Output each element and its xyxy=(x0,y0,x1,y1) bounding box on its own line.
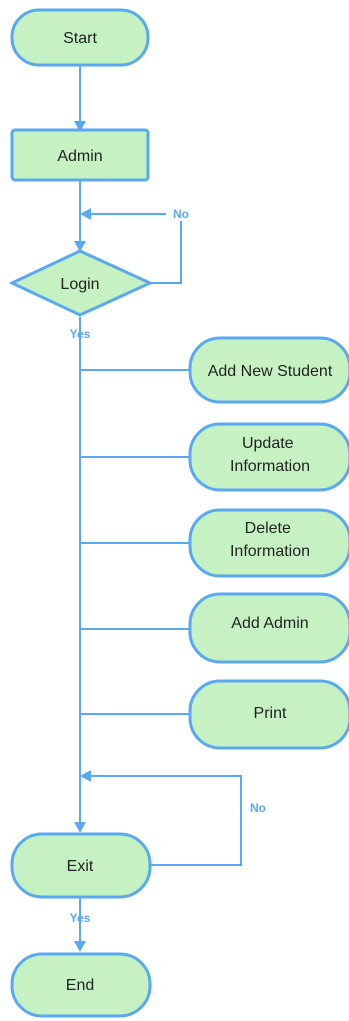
flowchart: No Yes No Yes Start Admin Login Add New … xyxy=(8,8,349,1018)
edge-label-login-yes: Yes xyxy=(70,327,91,341)
node-add-new-student-label: Add New Student xyxy=(208,363,333,380)
node-admin-label: Admin xyxy=(57,148,102,165)
edge-label-exit-no: No xyxy=(250,801,266,815)
node-update-information-line-1: Update xyxy=(242,435,294,452)
arrow-login-no-loop xyxy=(80,208,91,220)
node-print-label: Print xyxy=(254,705,287,722)
node-delete-information-line-2: Information xyxy=(230,543,310,560)
node-login-label: Login xyxy=(60,276,99,293)
node-update-information-line-2: Information xyxy=(230,458,310,475)
node-exit: Exit xyxy=(10,832,152,899)
node-start-label: Start xyxy=(63,30,97,47)
edges xyxy=(74,65,242,952)
node-delete-information-line-1: Delete xyxy=(245,520,291,537)
edge-label-login-no: No xyxy=(173,207,189,221)
node-print: Print xyxy=(188,679,349,750)
node-update-information: Update Information xyxy=(188,422,349,492)
node-exit-label: Exit xyxy=(67,858,94,875)
arrow-exit-end xyxy=(74,941,86,952)
node-end: End xyxy=(10,952,152,1018)
arrow-exit-no-loop xyxy=(80,770,91,782)
node-end-label: End xyxy=(66,977,94,994)
node-login: Login xyxy=(8,249,154,317)
node-add-new-student: Add New Student xyxy=(188,336,349,404)
node-delete-information: Delete Information xyxy=(188,508,349,578)
node-update-information-shape xyxy=(188,422,349,492)
node-add-admin: Add Admin xyxy=(188,592,349,664)
node-start: Start xyxy=(10,8,150,67)
arrow-trunk-exit xyxy=(74,822,86,833)
edge-label-exit-yes: Yes xyxy=(70,911,91,925)
node-add-admin-label: Add Admin xyxy=(231,615,308,632)
node-admin: Admin xyxy=(10,128,150,182)
